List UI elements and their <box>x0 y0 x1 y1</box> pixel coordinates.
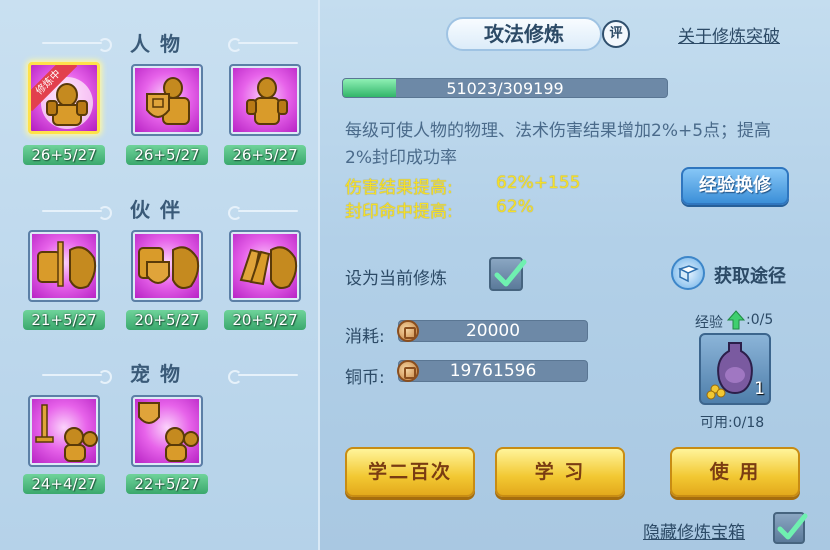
slot-character-1[interactable]: 修炼中 <box>28 62 100 134</box>
left-panel: 人物 修炼中 26+5/27 26+5/27 26+5/27 伙伴 21+5/2… <box>0 0 320 550</box>
exp-progress-bar: 51023/309199 <box>342 78 668 98</box>
skill-description: 每级可使人物的物理、法术伤害结果增加2%+5点；提高2%封印成功率 <box>345 121 772 168</box>
slot-level: 26+5/27 <box>126 145 208 165</box>
slot-character-3[interactable] <box>229 64 301 136</box>
hide-box-label: 隐藏修炼宝箱 <box>643 523 745 543</box>
item-count: 1 <box>754 379 765 399</box>
decor-swirl <box>228 38 298 52</box>
set-current-checkbox[interactable] <box>489 257 527 291</box>
cost-label: 消耗: <box>345 327 385 347</box>
slot-pet-2[interactable] <box>131 395 203 467</box>
slot-character-2[interactable] <box>131 64 203 136</box>
stat-value-seal: 62% <box>496 197 534 217</box>
slot-partner-2[interactable] <box>131 230 203 302</box>
slot-level: 22+5/27 <box>126 474 208 494</box>
sword-cat-icon <box>35 404 98 462</box>
cost-value: 20000 <box>398 320 588 342</box>
slot-level: 20+5/27 <box>224 310 306 330</box>
stat-label-damage: 伤害结果提高: <box>345 178 453 198</box>
available-count: 可用:0/18 <box>700 415 765 431</box>
exp-label: 经验 <box>695 315 723 331</box>
sword-armor-beast-icon <box>37 241 97 289</box>
obtain-link[interactable]: 获取途径 <box>714 262 786 288</box>
coin-icon <box>397 320 419 342</box>
hide-box-checkbox[interactable] <box>773 512 808 544</box>
slot-level: 20+5/27 <box>126 310 208 330</box>
slot-pet-1[interactable] <box>28 395 100 467</box>
checkmark-icon <box>494 259 527 287</box>
page-title: 攻法修炼 <box>446 17 602 51</box>
decor-swirl <box>228 206 298 220</box>
exp-value: :0/5 <box>746 312 774 328</box>
copper-value: 19761596 <box>398 360 588 382</box>
item-slot[interactable]: 1 <box>699 333 771 405</box>
stat-label-seal: 封印命中提高: <box>345 202 453 222</box>
shield-armor-beast-icon <box>138 246 200 289</box>
progress-text: 51023/309199 <box>446 79 564 98</box>
decor-swirl <box>228 370 298 384</box>
breakthrough-info-link[interactable]: 关于修炼突破 <box>678 22 780 47</box>
slot-level: 26+5/27 <box>224 145 306 165</box>
slot-level: 21+5/27 <box>23 310 105 330</box>
checkmark-icon <box>777 513 808 540</box>
slot-level: 24+4/27 <box>23 474 105 494</box>
set-current-label: 设为当前修炼 <box>345 269 447 289</box>
stat-value-damage: 62%+155 <box>496 173 581 193</box>
book-icon[interactable] <box>671 256 705 290</box>
copper-label: 铜币: <box>345 368 385 388</box>
warrior-armor-icon <box>246 77 288 125</box>
arrow-up-icon <box>727 310 745 330</box>
review-button[interactable]: 评 <box>602 20 630 48</box>
train-200-button[interactable]: 学二百次 <box>345 447 475 497</box>
use-button[interactable]: 使 用 <box>670 447 800 497</box>
learn-button[interactable]: 学 习 <box>495 447 625 497</box>
coin-icon <box>397 360 419 382</box>
gauntlet-beast-icon <box>239 246 298 289</box>
exp-exchange-button[interactable]: 经验换修 <box>681 167 789 205</box>
slot-level: 26+5/27 <box>23 145 105 165</box>
shield-cat-icon <box>138 402 199 462</box>
shield-armor-icon <box>146 77 190 125</box>
slot-partner-3[interactable] <box>229 230 301 302</box>
slot-partner-1[interactable] <box>28 230 100 302</box>
